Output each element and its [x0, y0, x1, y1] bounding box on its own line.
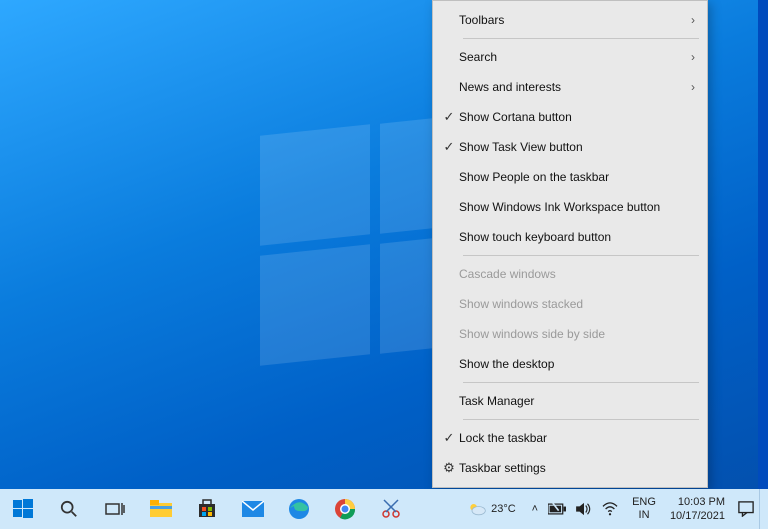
menu-label: Lock the taskbar [459, 431, 695, 445]
notification-icon [738, 501, 754, 517]
gear-icon: ⚙ [439, 460, 459, 476]
taskbar-context-menu: Toolbars › Search › News and interests ›… [432, 0, 708, 488]
chevron-right-icon: › [691, 50, 695, 64]
wifi-icon[interactable] [602, 502, 618, 516]
menu-label: Show Windows Ink Workspace button [459, 200, 695, 214]
chrome-button[interactable] [322, 489, 368, 529]
desktop-right-edge [758, 0, 768, 489]
folder-icon [150, 500, 172, 518]
menu-item-lock-taskbar[interactable]: ✓ Lock the taskbar [433, 423, 707, 453]
task-view-button[interactable] [92, 489, 138, 529]
windows-icon [13, 499, 33, 519]
separator [463, 255, 699, 256]
menu-label: Show touch keyboard button [459, 230, 695, 244]
menu-label: Taskbar settings [459, 461, 695, 475]
menu-item-show-windows-side-by-side: Show windows side by side [433, 319, 707, 349]
separator [463, 38, 699, 39]
menu-label: News and interests [459, 80, 691, 94]
menu-item-show-touch-keyboard[interactable]: Show touch keyboard button [433, 222, 707, 252]
store-icon [197, 499, 217, 519]
lang-secondary: IN [632, 509, 656, 522]
check-icon: ✓ [439, 430, 459, 446]
menu-label: Show People on the taskbar [459, 170, 695, 184]
check-icon: ✓ [439, 109, 459, 125]
menu-label: Show Cortana button [459, 110, 695, 124]
taskbar-right: 23°C ˄ ENG IN [459, 489, 768, 529]
menu-item-show-the-desktop[interactable]: Show the desktop [433, 349, 707, 379]
clock[interactable]: 10:03 PM 10/17/2021 [662, 495, 733, 523]
menu-label: Show windows side by side [459, 327, 695, 341]
lang-primary: ENG [632, 496, 656, 509]
start-button[interactable] [0, 489, 46, 529]
menu-label: Show windows stacked [459, 297, 695, 311]
chevron-right-icon: › [691, 80, 695, 94]
weather-icon [467, 500, 487, 518]
check-icon: ✓ [439, 139, 459, 155]
search-icon [60, 500, 78, 518]
chrome-icon [334, 498, 356, 520]
menu-label: Toolbars [459, 13, 691, 27]
clock-time: 10:03 PM [670, 495, 725, 509]
menu-item-show-people[interactable]: Show People on the taskbar [433, 162, 707, 192]
mail-icon [242, 501, 264, 517]
weather-widget[interactable]: 23°C [459, 489, 524, 529]
action-center-button[interactable] [733, 489, 759, 529]
battery-icon[interactable] [548, 503, 566, 515]
taskbar-left [0, 489, 414, 529]
menu-label: Show Task View button [459, 140, 695, 154]
separator [463, 382, 699, 383]
menu-item-toolbars[interactable]: Toolbars › [433, 5, 707, 35]
menu-item-show-cortana[interactable]: ✓ Show Cortana button [433, 102, 707, 132]
volume-icon[interactable] [576, 502, 592, 516]
menu-label: Task Manager [459, 394, 695, 408]
menu-item-taskbar-settings[interactable]: ⚙ Taskbar settings [433, 453, 707, 483]
desktop-wallpaper[interactable]: Toolbars › Search › News and interests ›… [0, 0, 768, 489]
menu-item-news-and-interests[interactable]: News and interests › [433, 72, 707, 102]
snip-icon [380, 498, 402, 520]
separator [463, 419, 699, 420]
clock-date: 10/17/2021 [670, 509, 725, 523]
menu-label: Show the desktop [459, 357, 695, 371]
edge-icon [288, 498, 310, 520]
menu-item-task-manager[interactable]: Task Manager [433, 386, 707, 416]
microsoft-store-button[interactable] [184, 489, 230, 529]
chevron-up-icon[interactable]: ˄ [532, 503, 538, 515]
menu-item-show-windows-stacked: Show windows stacked [433, 289, 707, 319]
search-button[interactable] [46, 489, 92, 529]
menu-item-show-ink-workspace[interactable]: Show Windows Ink Workspace button [433, 192, 707, 222]
chevron-right-icon: › [691, 13, 695, 27]
system-tray[interactable]: ˄ [524, 489, 626, 529]
task-view-icon [105, 501, 125, 517]
file-explorer-button[interactable] [138, 489, 184, 529]
show-desktop-button[interactable] [759, 489, 766, 529]
menu-label: Search [459, 50, 691, 64]
menu-item-cascade-windows: Cascade windows [433, 259, 707, 289]
edge-button[interactable] [276, 489, 322, 529]
weather-temp: 23°C [491, 503, 516, 515]
menu-item-search[interactable]: Search › [433, 42, 707, 72]
snip-sketch-button[interactable] [368, 489, 414, 529]
menu-label: Cascade windows [459, 267, 695, 281]
taskbar[interactable]: 23°C ˄ ENG IN [0, 489, 768, 529]
menu-item-show-task-view[interactable]: ✓ Show Task View button [433, 132, 707, 162]
language-indicator[interactable]: ENG IN [626, 496, 662, 522]
mail-button[interactable] [230, 489, 276, 529]
